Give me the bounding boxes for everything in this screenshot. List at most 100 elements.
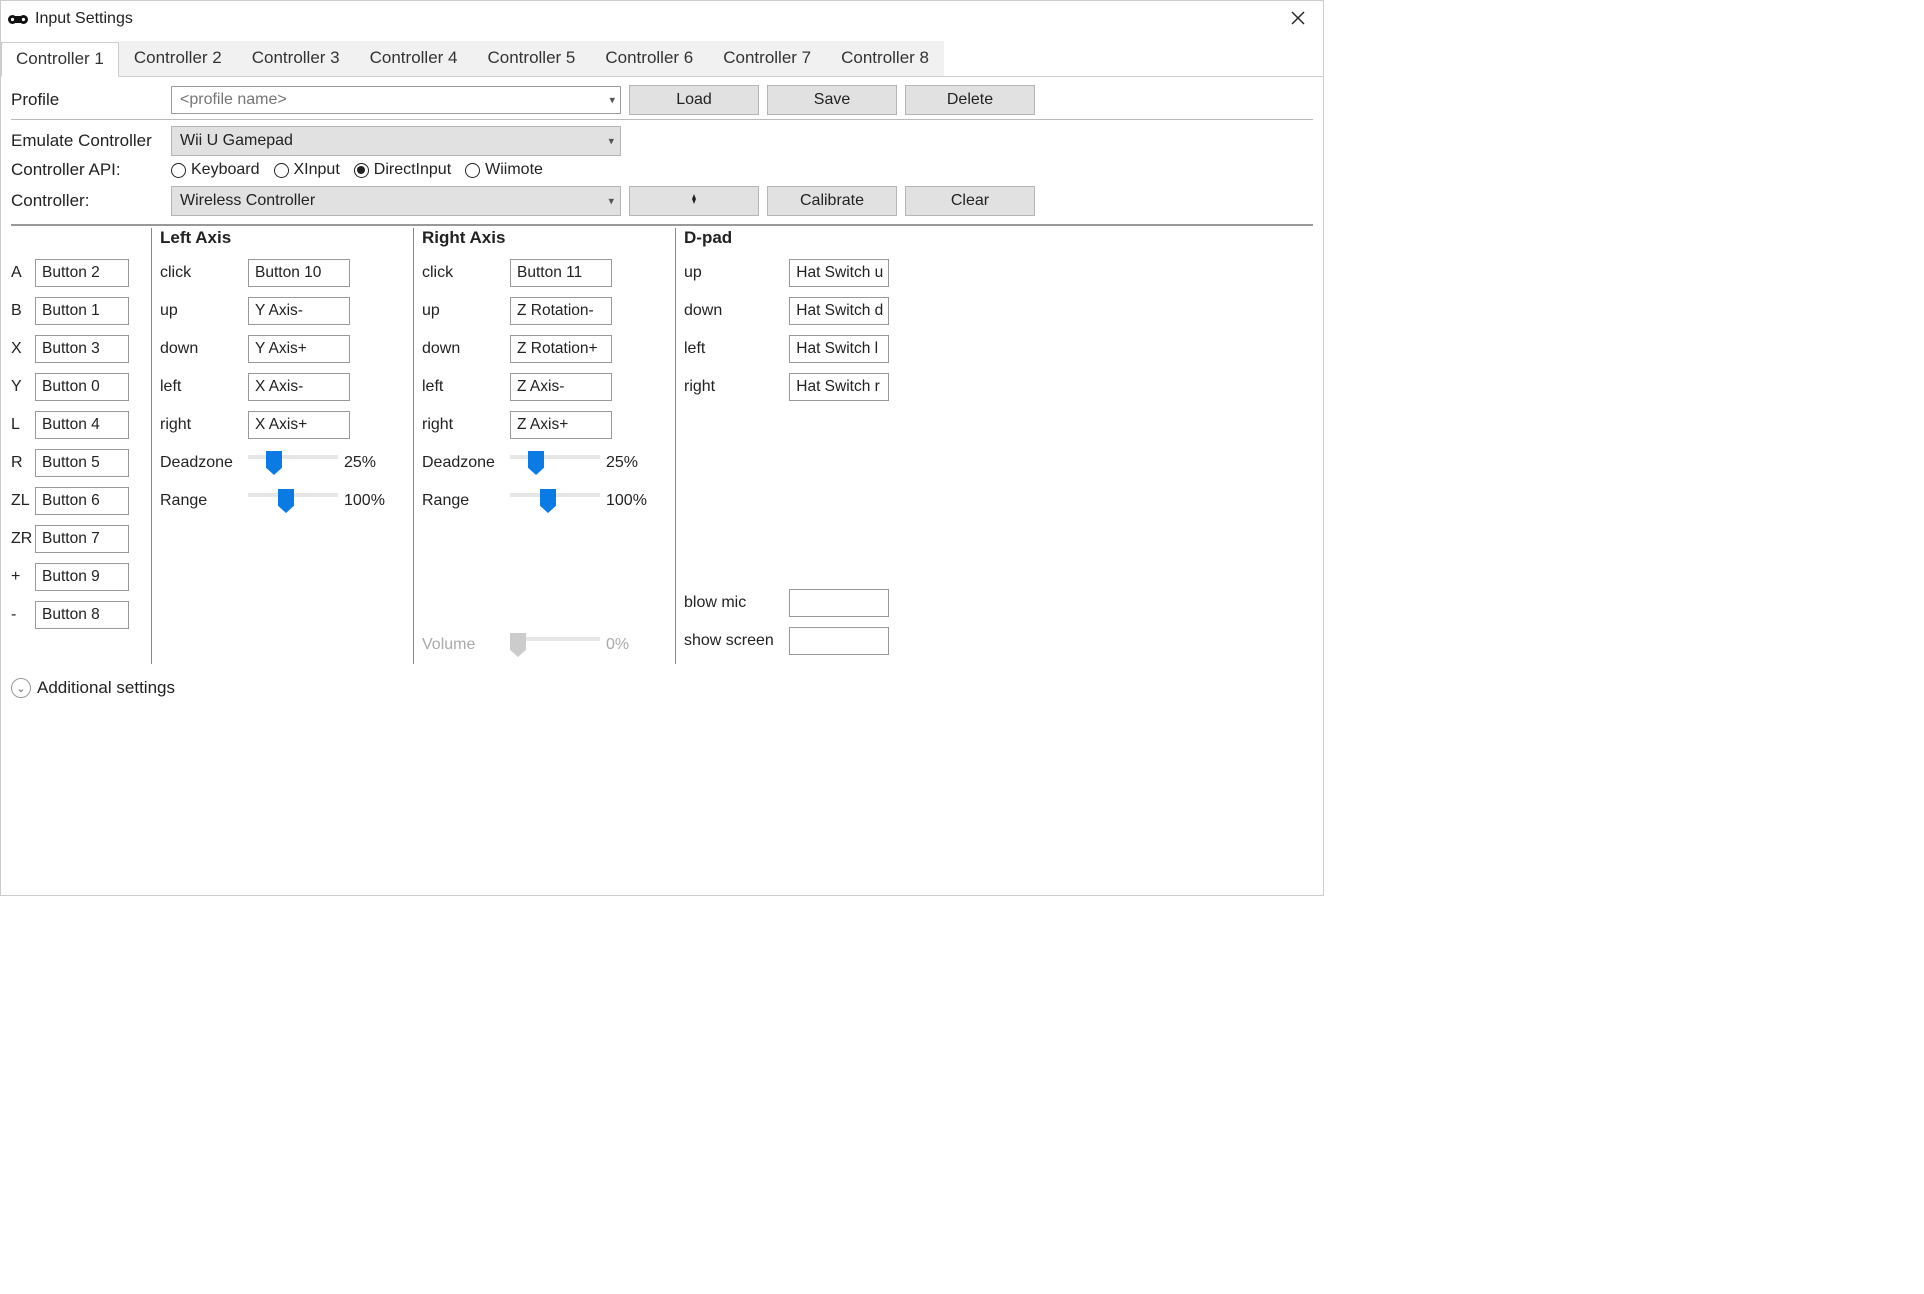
col-right-field-right[interactable]: Z Axis+ [510, 411, 612, 439]
right-axis-title: Right Axis [422, 228, 669, 248]
chevron-down-icon: ▾ [608, 195, 614, 208]
radio-label: Keyboard [191, 161, 260, 179]
col-left-range-slider[interactable] [248, 489, 338, 513]
col-left-label-click: click [160, 264, 248, 282]
emulate-select[interactable]: Wii U Gamepad ▾ [171, 126, 621, 156]
dpad-label-up: up [684, 264, 789, 282]
col-left-field-left[interactable]: X Axis- [248, 373, 350, 401]
volume-value: 0% [606, 636, 658, 654]
tab-controller-8[interactable]: Controller 8 [826, 41, 944, 76]
col-left-deadzone-slider[interactable] [248, 451, 338, 475]
volume-slider[interactable] [510, 633, 600, 657]
col-left-deadzone-label: Deadzone [160, 454, 248, 472]
face-label-+: + [11, 568, 35, 586]
col-right-range-label: Range [422, 492, 510, 510]
face-field-y[interactable]: Button 0 [35, 373, 129, 401]
api-radio-directinput[interactable]: DirectInput [354, 161, 451, 179]
dpad-field-up[interactable]: Hat Switch u [789, 259, 889, 287]
col-right-label-up: up [422, 302, 510, 320]
col-right-range-slider[interactable] [510, 489, 600, 513]
close-icon[interactable] [1281, 5, 1315, 33]
api-radio-xinput[interactable]: XInput [274, 161, 340, 179]
col-right-field-up[interactable]: Z Rotation- [510, 297, 612, 325]
tab-controller-3[interactable]: Controller 3 [237, 41, 355, 76]
blow_mic-field[interactable] [789, 589, 889, 617]
dpad-field-down[interactable]: Hat Switch d [789, 297, 889, 325]
col-right-field-click[interactable]: Button 11 [510, 259, 612, 287]
show_screen-label: show screen [684, 632, 789, 650]
dpad-label-down: down [684, 302, 789, 320]
api-radio-wiimote[interactable]: Wiimote [465, 161, 543, 179]
api-radio-keyboard[interactable]: Keyboard [171, 161, 260, 179]
face-label-zr: ZR [11, 530, 35, 548]
volume-label: Volume [422, 636, 510, 654]
face-field-r[interactable]: Button 5 [35, 449, 129, 477]
controller-select[interactable]: Wireless Controller ▾ [171, 186, 621, 216]
face-field-a[interactable]: Button 2 [35, 259, 129, 287]
clear-button[interactable]: Clear [905, 186, 1035, 216]
col-left-field-down[interactable]: Y Axis+ [248, 335, 350, 363]
profile-label: Profile [11, 90, 171, 110]
col-right-deadzone-value: 25% [606, 454, 658, 472]
refresh-button[interactable] [629, 186, 759, 216]
profile-input[interactable] [171, 86, 621, 114]
tab-controller-5[interactable]: Controller 5 [473, 41, 591, 76]
face-label-a: A [11, 264, 35, 282]
face-field-zl[interactable]: Button 6 [35, 487, 129, 515]
col-right-deadzone-slider[interactable] [510, 451, 600, 475]
tab-controller-4[interactable]: Controller 4 [355, 41, 473, 76]
col-left-field-up[interactable]: Y Axis- [248, 297, 350, 325]
face-label-r: R [11, 454, 35, 472]
tab-controller-2[interactable]: Controller 2 [119, 41, 237, 76]
calibrate-button[interactable]: Calibrate [767, 186, 897, 216]
col-left-label-up: up [160, 302, 248, 320]
delete-button[interactable]: Delete [905, 85, 1035, 115]
save-button[interactable]: Save [767, 85, 897, 115]
radio-label: Wiimote [485, 161, 543, 179]
face-label-y: Y [11, 378, 35, 396]
col-right-range-value: 100% [606, 492, 658, 510]
col-right-field-down[interactable]: Z Rotation+ [510, 335, 612, 363]
face-field-+[interactable]: Button 9 [35, 563, 129, 591]
col-right-field-left[interactable]: Z Axis- [510, 373, 612, 401]
col-left-label-right: right [160, 416, 248, 434]
load-button[interactable]: Load [629, 85, 759, 115]
face-label-x: X [11, 340, 35, 358]
expander-toggle[interactable]: ⌄ [11, 678, 31, 698]
show_screen-field[interactable] [789, 627, 889, 655]
face-field-zr[interactable]: Button 7 [35, 525, 129, 553]
col-right-label-down: down [422, 340, 510, 358]
col-left-field-right[interactable]: X Axis+ [248, 411, 350, 439]
dpad-field-left[interactable]: Hat Switch l [789, 335, 889, 363]
face-field-b[interactable]: Button 1 [35, 297, 129, 325]
tab-controller-6[interactable]: Controller 6 [590, 41, 708, 76]
radio-icon [274, 163, 289, 178]
radio-label: DirectInput [374, 161, 451, 179]
col-left-field-click[interactable]: Button 10 [248, 259, 350, 287]
controller-label: Controller: [11, 191, 171, 211]
col-left-range-value: 100% [344, 492, 396, 510]
emulate-label: Emulate Controller [11, 131, 171, 151]
col-left-label-left: left [160, 378, 248, 396]
col-left-label-down: down [160, 340, 248, 358]
face-label--: - [11, 606, 35, 624]
api-label: Controller API: [11, 160, 171, 180]
blow_mic-label: blow mic [684, 594, 789, 612]
face-label-zl: ZL [11, 492, 35, 510]
face-field-x[interactable]: Button 3 [35, 335, 129, 363]
tab-controller-1[interactable]: Controller 1 [1, 42, 119, 77]
dpad-title: D-pad [684, 228, 889, 248]
face-field-l[interactable]: Button 4 [35, 411, 129, 439]
chevron-down-icon: ⌄ [16, 682, 25, 695]
tab-controller-7[interactable]: Controller 7 [708, 41, 826, 76]
window-title: Input Settings [35, 10, 133, 28]
left-axis-title: Left Axis [160, 228, 407, 248]
face-field--[interactable]: Button 8 [35, 601, 129, 629]
col-right-deadzone-label: Deadzone [422, 454, 510, 472]
dpad-field-right[interactable]: Hat Switch r [789, 373, 889, 401]
compass-icon [688, 192, 700, 210]
face-label-b: B [11, 302, 35, 320]
col-left-deadzone-value: 25% [344, 454, 396, 472]
radio-icon [354, 163, 369, 178]
col-right-label-left: left [422, 378, 510, 396]
